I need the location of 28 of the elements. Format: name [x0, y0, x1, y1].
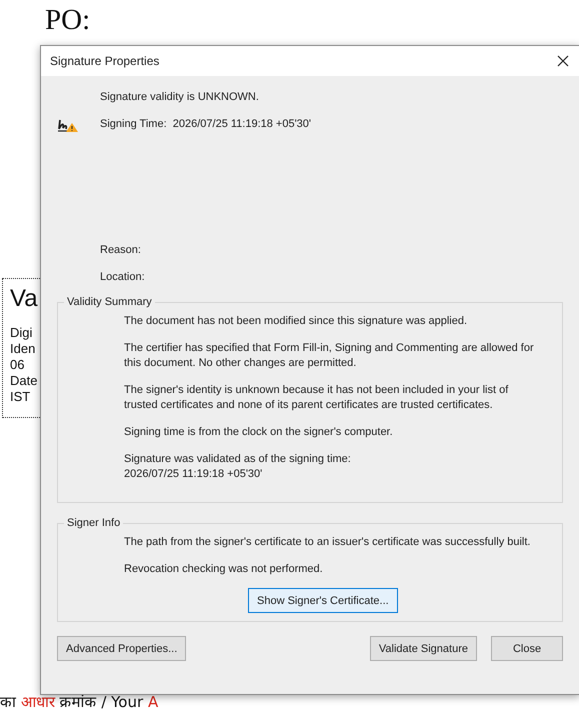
info-text: The signer's identity is unknown because it has not been included in your list of trusted certificates and none of its parent certificates are trusted certificates.	[124, 383, 510, 413]
info-text: The path from the signer's certificate to an issuer's certificate was successfully built.	[124, 535, 532, 550]
stamp-text: Va	[10, 285, 38, 313]
field-label: Location:	[100, 270, 146, 284]
status-text: Signature validity is UNKNOWN.	[100, 90, 260, 104]
group-title: Validity Summary	[66, 296, 153, 308]
group-title: Signer Info	[66, 517, 122, 529]
stamp-text: 06	[10, 357, 24, 373]
dialog-button[interactable]: Close	[491, 636, 563, 661]
info-text: Revocation checking was not performed.	[124, 562, 324, 577]
info-text: Signing time is from the clock on the signer's computer.	[124, 425, 394, 440]
info-text: The certifier has specified that Form Fill-in, Signing and Commenting are allowed for this document. No other changes are permitted.	[124, 341, 535, 371]
dialog-button[interactable]: Validate Signature	[370, 636, 477, 661]
stamp-text: Date	[10, 373, 38, 389]
stamp-text: Digi	[10, 325, 32, 341]
close-icon[interactable]	[557, 55, 569, 67]
stamp-text: Iden	[10, 341, 36, 357]
stamp-text: IST	[10, 389, 30, 405]
info-text: The document has not been modified since this signature was applied.	[124, 314, 468, 329]
status-text: Signing Time: 2026/07/25 11:19:18 +05'30'	[100, 117, 312, 131]
document-heading: PO:	[45, 4, 90, 37]
document-text: का आधार क्रमांक / Your A	[0, 693, 158, 711]
info-text: Signature was validated as of the signing time: 2026/07/25 11:19:18 +05'30'	[124, 452, 352, 482]
signature-warning-icon	[57, 119, 79, 133]
dialog-button[interactable]: Advanced Properties...	[57, 636, 186, 661]
field-label: Reason:	[100, 243, 142, 257]
window-title: Signature Properties	[50, 54, 160, 68]
certificate-button[interactable]: Show Signer's Certificate...	[248, 588, 398, 613]
